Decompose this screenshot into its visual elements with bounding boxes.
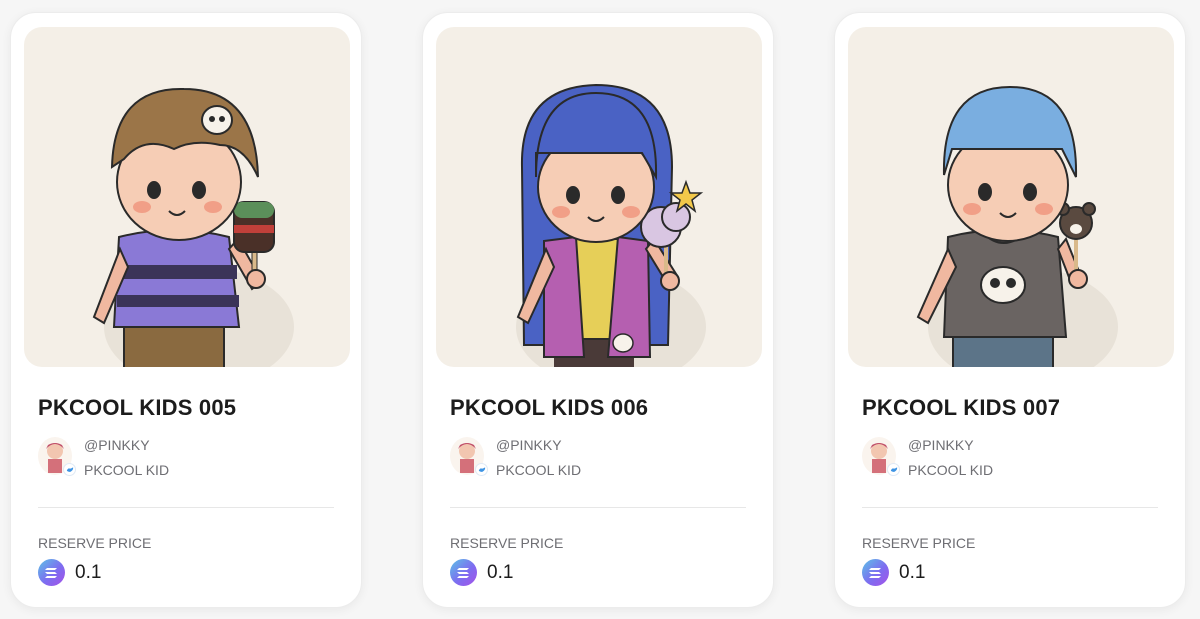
creator-handle[interactable]: @PINKKY (84, 437, 150, 453)
nft-artwork[interactable] (848, 27, 1174, 367)
creator-info[interactable]: @PINKKY PKCOOL KID (862, 437, 1162, 487)
nft-card-2[interactable]: PKCOOL KIDS 006 @PINKKY PKCOOL KID RESER… (422, 12, 774, 608)
twitter-verified-icon (887, 463, 900, 476)
twitter-verified-icon (63, 463, 76, 476)
reserve-price-label: RESERVE PRICE (450, 535, 564, 551)
collection-name[interactable]: PKCOOL KID (908, 462, 993, 478)
solana-icon (862, 559, 889, 586)
nft-title[interactable]: PKCOOL KIDS 005 (38, 395, 236, 421)
kid-illustration (516, 83, 706, 367)
solana-icon (450, 559, 477, 586)
reserve-price-label: RESERVE PRICE (38, 535, 152, 551)
nft-artwork[interactable] (436, 27, 762, 367)
nft-card-3[interactable]: PKCOOL KIDS 007 @PINKKY PKCOOL KID RESER… (834, 12, 1186, 608)
price-value: 0.1 (75, 562, 102, 583)
divider (38, 507, 334, 508)
twitter-verified-icon (475, 463, 488, 476)
creator-handle[interactable]: @PINKKY (908, 437, 974, 453)
reserve-price-label: RESERVE PRICE (862, 535, 976, 551)
solana-icon (38, 559, 65, 586)
nft-title[interactable]: PKCOOL KIDS 006 (450, 395, 648, 421)
kid-illustration (92, 87, 294, 367)
price-value: 0.1 (487, 562, 514, 583)
creator-handle[interactable]: @PINKKY (496, 437, 562, 453)
nft-artwork[interactable] (24, 27, 350, 367)
creator-info[interactable]: @PINKKY PKCOOL KID (38, 437, 338, 487)
price-value: 0.1 (899, 562, 926, 583)
collection-name[interactable]: PKCOOL KID (84, 462, 169, 478)
collection-name[interactable]: PKCOOL KID (496, 462, 581, 478)
nft-card-1[interactable]: PKCOOL KIDS 005 @PINKKY PKCOOL KID RESER… (10, 12, 362, 608)
nft-title[interactable]: PKCOOL KIDS 007 (862, 395, 1060, 421)
divider (862, 507, 1158, 508)
divider (450, 507, 746, 508)
kid-illustration (916, 85, 1118, 367)
creator-info[interactable]: @PINKKY PKCOOL KID (450, 437, 750, 487)
